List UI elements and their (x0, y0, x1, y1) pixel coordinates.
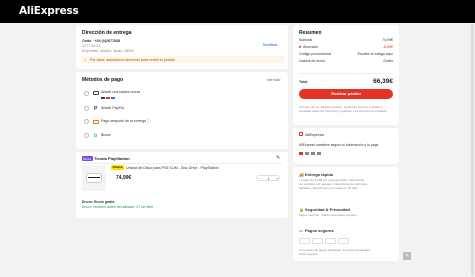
badge-icon (317, 152, 321, 155)
warning-icon: ⚠ (84, 57, 88, 62)
subtotal-value: 74,99€ (382, 38, 393, 42)
disc-drive-shape (86, 173, 102, 183)
place-order-label: Realizar pedido (331, 91, 361, 96)
address-notice-text: Por favor, actualiza tu dirección para r… (90, 57, 175, 62)
pay-desc-2: están seguros (299, 252, 318, 256)
subtotal-label: Subtotal (299, 38, 313, 42)
choice-tag: Choice (111, 165, 125, 170)
truck-icon: 🚚 (299, 172, 304, 177)
bizum-icon: b (94, 132, 98, 139)
paypal-label[interactable]: Añadir PayPal (101, 106, 124, 110)
pay-later-icon (93, 119, 99, 124)
legal-text-2: aceptado todos los Términos y políticas.… (299, 109, 387, 113)
total-value: 66,39€ (373, 78, 393, 85)
top-bar: AliExpress (0, 0, 475, 23)
bizum-label[interactable]: Bizum (101, 133, 111, 137)
divider (299, 73, 393, 74)
trust-brand: AliExpress (305, 132, 324, 137)
address-name: Ondo · +34 (0)2877838 (82, 39, 121, 43)
product-title[interactable]: Unidad de Disco para PS5 SLIM - Disc Dri… (126, 166, 219, 170)
payment-card: Métodos de pago Ver todo Añadir una tarj… (76, 72, 288, 149)
disc-drive-slot (88, 177, 100, 178)
store-badge-text: Bolsa (83, 156, 92, 161)
address-line1: 12T / 34-23 (82, 44, 101, 48)
shield-icon (299, 132, 303, 136)
summary-title: Resumen (299, 30, 322, 36)
paypal-logo-icon (338, 238, 349, 244)
saved-label: Ahorrado (303, 45, 318, 49)
edit-icon[interactable]: ✎ (403, 252, 411, 260)
pay-later-label[interactable]: Pago después de la entrega (101, 119, 146, 123)
place-order-button[interactable]: Realizar pedido (299, 89, 393, 99)
quantity-stepper: − 1 + (256, 175, 280, 181)
promo-input[interactable]: Escribe el código aquí (358, 52, 393, 56)
add-card-radio[interactable] (84, 91, 89, 96)
divider (82, 163, 282, 164)
store-card: Bolsa Tienda PlayStation ✎ Choice Unidad… (76, 152, 288, 218)
scrollbar[interactable] (471, 24, 474, 276)
view-all-link[interactable]: Ver todo (267, 78, 280, 82)
address-notice: ⚠ Por favor, actualiza tu dirección para… (81, 56, 284, 63)
decrease-button[interactable]: − (259, 177, 261, 181)
address-title: Dirección de entrega (82, 30, 132, 36)
badge-icon (299, 152, 303, 155)
amex-icon (111, 96, 115, 99)
edit-address-link[interactable]: Modificar (263, 43, 278, 47)
credit-card-icon (93, 91, 99, 95)
promo-label: Código promocional (299, 52, 331, 56)
quantity-value[interactable]: 1 (268, 177, 270, 181)
badge-icon (305, 152, 309, 155)
shipping-value[interactable]: Gratis (383, 59, 393, 63)
edit-store-icon[interactable]: ✎ (276, 155, 280, 161)
shipping-title: Envío: Envío gratis (82, 200, 115, 204)
card-brand-icons (101, 95, 115, 100)
address-card: Dirección de entrega Ondo · +34 (0)28778… (76, 25, 288, 69)
increase-button[interactable]: + (276, 177, 278, 181)
total-label: Total (299, 80, 308, 84)
trust-desc: AliExpress mantiene seguro tu informació… (299, 143, 379, 147)
paypal-radio[interactable] (84, 106, 89, 111)
badge-icon (311, 152, 315, 155)
summary-card: Resumen Subtotal 74,99€ ■ Ahorrado -8,60… (293, 25, 399, 125)
saved-icon: ■ (299, 45, 302, 49)
address-line2: Empresita, Madrid, Spain, 28001 (82, 49, 135, 53)
bizum-radio[interactable] (84, 133, 89, 138)
mastercard-icon (106, 96, 110, 99)
mastercard-logo-icon (312, 238, 323, 244)
security-desc: Pagos seguros · Datos personales seguros (299, 213, 357, 217)
add-card-label[interactable]: Añadir una tarjeta nueva (101, 90, 140, 94)
delivery-line-3: dañados • Reembolso si no llega en 30 dí… (299, 186, 358, 190)
paypal-icon: P (94, 105, 98, 112)
guarantees-card: 🚚 Entrega rápida • Cupón de 3,00€ por en… (293, 167, 399, 261)
pay-later-radio[interactable] (84, 119, 89, 124)
store-badge: Bolsa (82, 156, 93, 161)
shipping-label: Gastos de envío (299, 59, 326, 63)
aliexpress-logo[interactable]: AliExpress (19, 5, 79, 17)
security-title[interactable]: Seguridad & Privacidad (305, 207, 350, 212)
delivery-title[interactable]: Entrega rápida (305, 172, 333, 177)
card-icon: ▭ (299, 228, 303, 233)
info-icon[interactable]: ⓘ (147, 119, 151, 124)
pay-title: Pagos seguros (305, 228, 334, 233)
payment-title: Métodos de pago (82, 77, 124, 83)
amex-logo-icon (325, 238, 336, 244)
trust-card: AliExpress AliExpress mantiene seguro tu… (293, 128, 399, 164)
choice-tag-text: Choice (112, 165, 123, 170)
product-price: 74,99€ (116, 175, 132, 181)
saved-value[interactable]: -8,60€ (383, 45, 393, 49)
shipping-detail: Envío: recíbelo antes del sábado, 27 de … (82, 205, 154, 209)
trust-badges (299, 151, 321, 156)
product-image[interactable] (82, 165, 106, 191)
store-name[interactable]: Tienda PlayStation (94, 156, 130, 161)
lock-icon: 🔒 (299, 207, 304, 212)
visa-logo-icon (299, 238, 310, 244)
visa-icon (101, 96, 105, 99)
